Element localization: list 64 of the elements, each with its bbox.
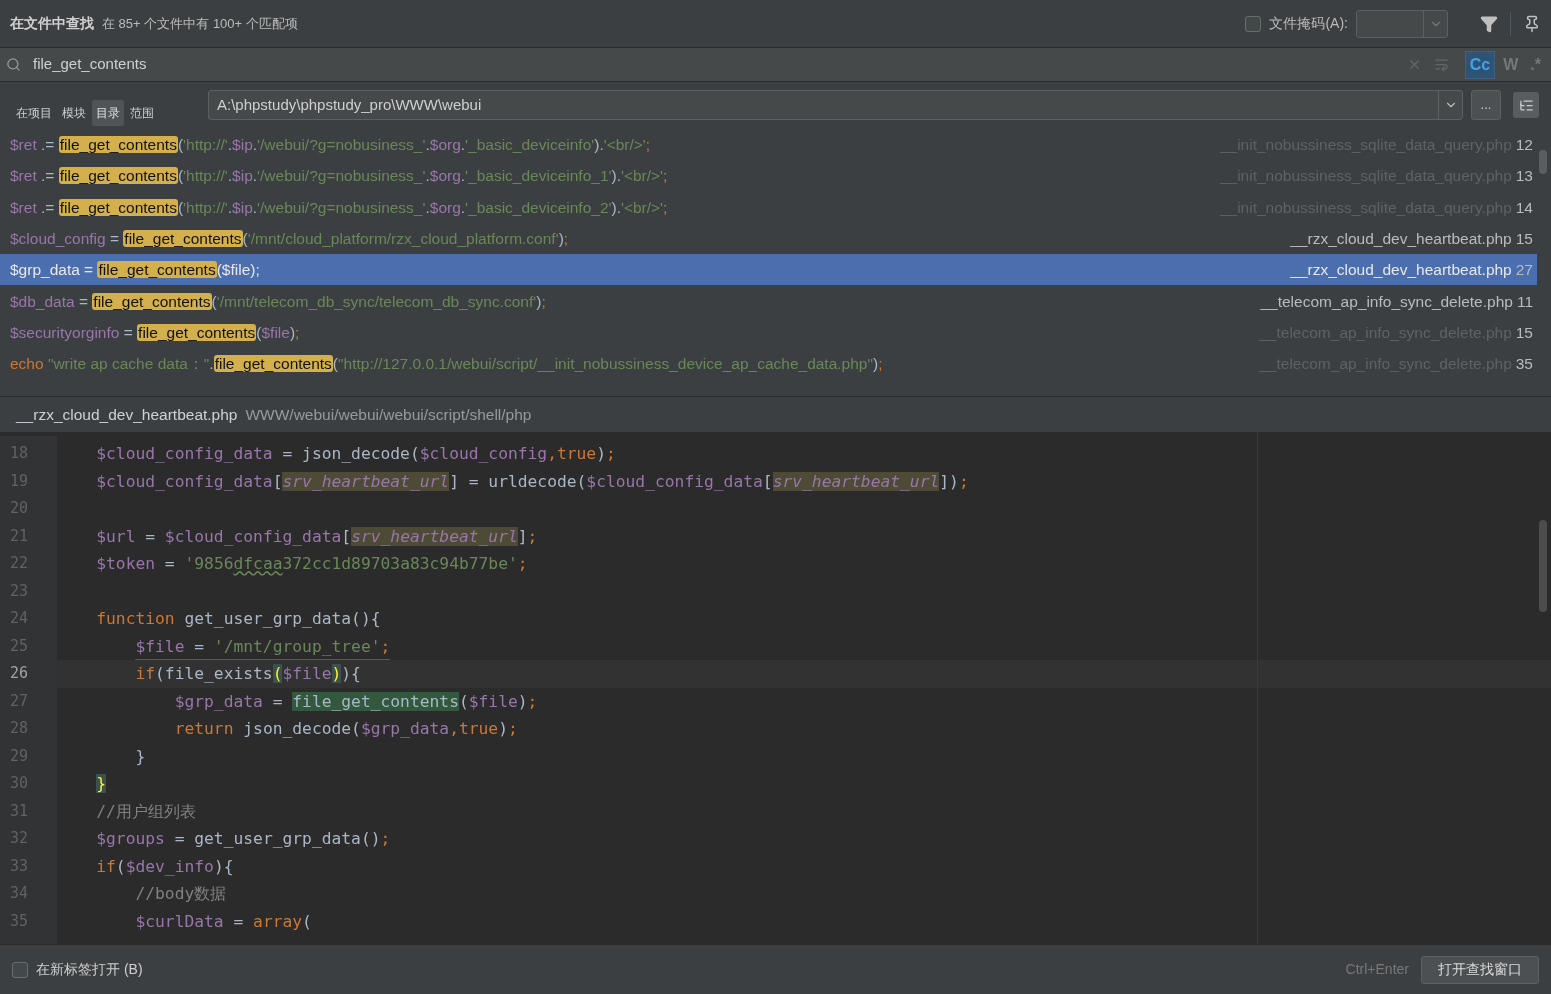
pin-icon[interactable] <box>1523 14 1541 33</box>
tree-view-button[interactable] <box>1513 92 1539 118</box>
result-line-number: 13 <box>1515 166 1533 187</box>
tree-icon <box>1518 97 1534 113</box>
result-code: $grp_data = file_get_contents($file); <box>10 260 260 281</box>
file-mask-dropdown[interactable] <box>1356 9 1448 38</box>
result-code: $securityorginfo = file_get_contents($file); <box>10 322 300 343</box>
scrollbar-thumb[interactable] <box>1539 520 1547 612</box>
open-find-window-button[interactable]: 打开查找窗口 <box>1421 955 1539 984</box>
result-line-number: 15 <box>1515 322 1533 343</box>
scope-tab[interactable]: 在项目 <box>12 100 56 126</box>
code-line: $token = '9856dfcaa372cc1d89703a83c94b77be'; <box>95 554 528 573</box>
code-line: if(file_exists($file)){ <box>134 664 361 683</box>
code-line: return json_decode($grp_data,true); <box>173 719 518 738</box>
result-code: $cloud_config = file_get_contents('/mnt/cloud_platform/rzx_cloud_platform.conf'); <box>10 228 569 249</box>
result-row[interactable]: $cloud_config = file_get_contents('/mnt/cloud_platform/rzx_cloud_platform.conf'); __rzx_cloud_dev_heartbeat.php 15 <box>0 222 1537 255</box>
result-line-number: 14 <box>1515 197 1533 218</box>
result-file-name: __telecom_ap_info_sync_delete.php <box>1260 291 1513 312</box>
shortcut-hint: Ctrl+Enter <box>1345 960 1409 979</box>
code-line: //用户组列表 <box>95 801 196 821</box>
preview-file-path: WWW/webui/webui/webui/script/shell/php <box>245 404 532 425</box>
line-number: 26 <box>9 663 30 684</box>
scope-tab[interactable]: 目录 <box>92 100 124 126</box>
directory-field[interactable]: A:\phpstudy\phpstudy_pro\WWW\webui <box>208 90 1463 120</box>
code-line: $cloud_config_data = json_decode($cloud_config,true); <box>95 444 616 463</box>
browse-button[interactable]: ... <box>1471 90 1501 120</box>
code-line: $groups = get_user_grp_data(); <box>95 829 391 848</box>
new-tab-label: 在新标签打开 (B) <box>36 960 143 979</box>
new-tab-checkbox[interactable] <box>12 961 28 978</box>
scope-tab[interactable]: 模块 <box>58 100 90 126</box>
result-line-number: 35 <box>1515 354 1533 375</box>
dialog-title: 在文件中查找 <box>10 14 94 33</box>
result-file-name: __rzx_cloud_dev_heartbeat.php <box>1290 260 1512 281</box>
result-line-number: 11 <box>1516 291 1533 312</box>
search-value: file_get_contents <box>33 54 147 75</box>
scrollbar-thumb[interactable] <box>1539 150 1547 174</box>
result-line-number: 12 <box>1515 135 1533 155</box>
file-mask-checkbox[interactable] <box>1245 15 1262 32</box>
result-code: echo "write ap cache data：".file_get_contents("http://127.0.0.1/webui/script/__init_nobussiness_device_ap_cache_data.php"); <box>10 354 883 375</box>
result-line-number: 15 <box>1515 228 1533 249</box>
code-line: $file = '/mnt/group_tree'; <box>134 636 391 656</box>
preview-file-name: __rzx_cloud_dev_heartbeat.php <box>16 404 238 425</box>
code-line: $grp_data = file_get_contents($file); <box>173 691 538 711</box>
result-line-number: 27 <box>1515 260 1533 281</box>
result-code: $ret .= file_get_contents('http://'.$ip.'/webui/?g=nobusiness_'.$org.'_basic_deviceinfo').'<br/>'; <box>10 135 651 156</box>
match-summary: 在 85+ 个文件中有 100+ 个匹配项 <box>102 14 298 33</box>
code-line: $curlData = array( <box>134 911 312 931</box>
result-code: $ret .= file_get_contents('http://'.$ip.'/webui/?g=nobusiness_'.$org.'_basic_deviceinfo_2').'<br/>'; <box>10 197 668 218</box>
code-line: //body数据 <box>134 884 227 903</box>
code-line: if($dev_info){ <box>95 856 234 876</box>
file-mask-label: 文件掩码(A): <box>1269 14 1348 33</box>
search-icon <box>6 57 21 72</box>
code-line: $cloud_config_data[srv_heartbeat_url] = urldecode($cloud_config_data[srv_heartbeat_url]); <box>95 471 969 491</box>
code-line: } <box>134 746 146 766</box>
scope-tab[interactable]: 范围 <box>126 100 158 126</box>
result-file-name: __rzx_cloud_dev_heartbeat.php <box>1290 228 1512 249</box>
code-line: $url = $cloud_config_data[srv_heartbeat_url]; <box>95 526 538 546</box>
wrap-icon[interactable] <box>1433 57 1449 72</box>
code-line: function get_user_grp_data(){ <box>95 609 381 628</box>
result-row[interactable]: $db_data = file_get_contents('/mnt/telecom_db_sync/telecom_db_sync.conf'); __telecom_ap_info_sync_delete.php 11 <box>0 285 1537 317</box>
result-code: $db_data = file_get_contents('/mnt/telecom_db_sync/telecom_db_sync.conf'); <box>10 291 546 312</box>
filter-icon[interactable] <box>1480 14 1498 33</box>
result-row[interactable]: $grp_data = file_get_contents($file); __rzx_cloud_dev_heartbeat.php 27 <box>0 254 1537 286</box>
result-code: $ret .= file_get_contents('http://'.$ip.'/webui/?g=nobusiness_'.$org.'_basic_deviceinfo_1').'<br/>'; <box>10 166 668 187</box>
